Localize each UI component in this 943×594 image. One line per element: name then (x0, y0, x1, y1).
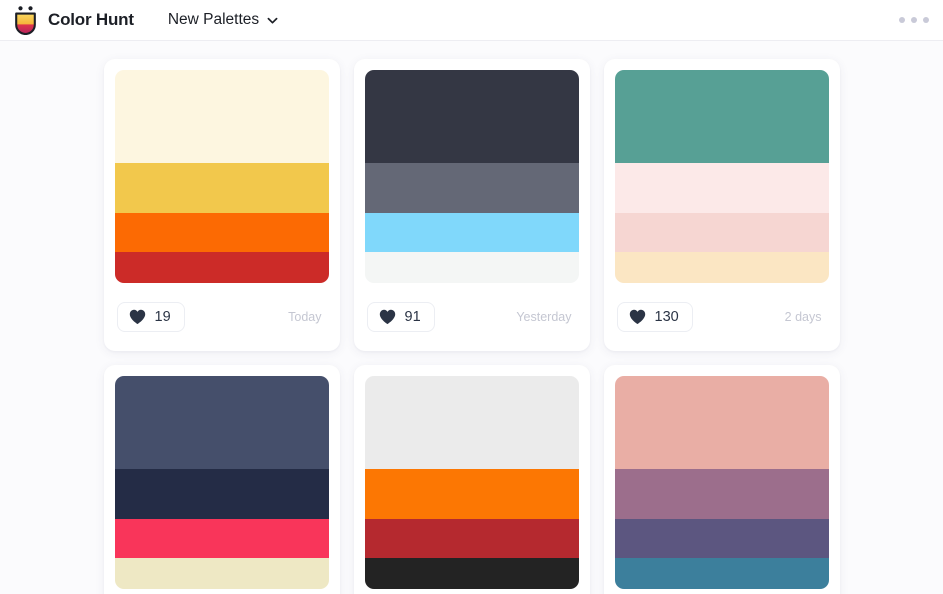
like-count: 130 (654, 308, 679, 325)
palette-swatches (114, 376, 329, 589)
like-count: 19 (154, 308, 171, 325)
palette-card[interactable]: 91 Yesterday (353, 59, 590, 351)
color-swatch[interactable] (614, 518, 829, 558)
palette-swatches (114, 70, 329, 283)
new-palettes-dropdown[interactable]: New Palettes (166, 7, 281, 33)
palette-card[interactable]: 19 Today (103, 59, 340, 351)
color-swatch[interactable] (114, 518, 329, 558)
color-swatch[interactable] (114, 163, 329, 213)
chevron-down-icon (266, 14, 279, 27)
palette-card[interactable] (353, 365, 590, 594)
palette-timestamp: 2 days (784, 310, 822, 324)
color-swatch[interactable] (614, 376, 829, 470)
color-swatch[interactable] (614, 251, 829, 283)
color-swatch[interactable] (364, 518, 579, 558)
color-swatch[interactable] (614, 70, 829, 164)
color-swatch[interactable] (614, 557, 829, 589)
color-swatch[interactable] (364, 376, 579, 470)
palette-card-footer: 130 2 days (615, 283, 829, 351)
palette-card[interactable]: 130 2 days (603, 59, 840, 351)
like-button[interactable]: 91 (366, 302, 435, 332)
color-swatch[interactable] (114, 251, 329, 283)
window-dot-2 (911, 17, 917, 23)
window-dot-3 (923, 17, 929, 23)
palette-card-footer (365, 589, 579, 594)
palette-swatches (364, 376, 579, 589)
brand-logo-group[interactable]: Color Hunt (12, 5, 134, 36)
palette-card-footer: 19 Today (115, 283, 329, 351)
palette-swatches (614, 376, 829, 589)
color-swatch[interactable] (114, 557, 329, 589)
palette-card-footer: 91 Yesterday (365, 283, 579, 351)
like-count: 91 (404, 308, 421, 325)
palette-card-footer (615, 589, 829, 594)
palette-timestamp: Yesterday (516, 310, 572, 324)
palette-feed: 19 Today 91 Yesterday 130 2 days (0, 41, 943, 594)
color-swatch[interactable] (364, 163, 579, 213)
window-dot-1 (899, 17, 905, 23)
color-swatch[interactable] (114, 212, 329, 252)
color-swatch[interactable] (114, 70, 329, 164)
color-swatch[interactable] (364, 557, 579, 589)
heart-icon (379, 309, 396, 325)
color-swatch[interactable] (364, 212, 579, 252)
palette-timestamp: Today (288, 310, 322, 324)
palette-swatches (364, 70, 579, 283)
color-swatch[interactable] (614, 212, 829, 252)
like-button[interactable]: 19 (116, 302, 185, 332)
window-controls-dots[interactable] (899, 17, 929, 23)
color-hunt-logo-icon (12, 5, 39, 36)
brand-name: Color Hunt (48, 10, 134, 29)
palette-card-footer (115, 589, 329, 594)
color-swatch[interactable] (114, 376, 329, 470)
color-swatch[interactable] (364, 70, 579, 164)
palette-card[interactable] (103, 365, 340, 594)
like-button[interactable]: 130 (616, 302, 693, 332)
palette-swatches (614, 70, 829, 283)
palette-card[interactable] (603, 365, 840, 594)
heart-icon (129, 309, 146, 325)
color-swatch[interactable] (614, 163, 829, 213)
color-swatch[interactable] (614, 469, 829, 519)
color-swatch[interactable] (364, 251, 579, 283)
app-header: Color Hunt New Palettes (0, 0, 943, 41)
heart-icon (629, 309, 646, 325)
color-swatch[interactable] (364, 469, 579, 519)
new-palettes-dropdown-label: New Palettes (167, 11, 260, 28)
color-swatch[interactable] (114, 469, 329, 519)
palette-grid: 19 Today 91 Yesterday 130 2 days (0, 59, 943, 594)
